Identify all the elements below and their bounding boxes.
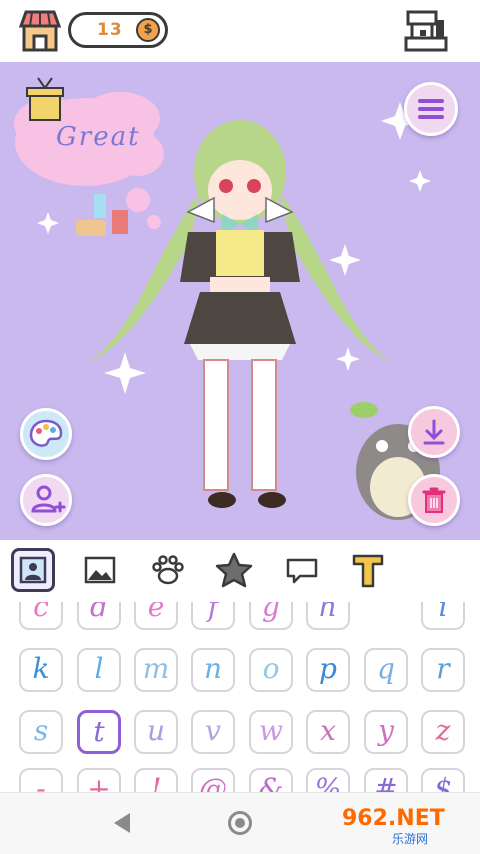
letter-key-h[interactable]: h bbox=[306, 602, 350, 630]
letter-key-v[interactable]: v bbox=[191, 710, 235, 754]
watermark-logo: 962.NET 乐游网 bbox=[336, 800, 476, 848]
letter-key-sym[interactable]: ! bbox=[134, 768, 178, 792]
tab-favorites[interactable] bbox=[212, 548, 256, 592]
letter-picker: c d e f g h i k l m n o p q r s t u v w x y z - +! @ &% # $ bbox=[0, 602, 480, 792]
menu-icon bbox=[418, 99, 444, 119]
download-icon bbox=[423, 419, 445, 445]
dressup-stage: Great bbox=[0, 62, 480, 540]
home-icon[interactable] bbox=[228, 811, 252, 835]
letter-key-e[interactable]: e bbox=[134, 602, 178, 630]
image-icon bbox=[84, 556, 116, 584]
letter-key-sym[interactable]: + bbox=[77, 768, 121, 792]
category-tab-bar bbox=[0, 540, 480, 602]
paw-icon bbox=[152, 555, 184, 585]
trash-icon bbox=[422, 487, 446, 513]
star-icon bbox=[215, 552, 253, 588]
letter-key-o[interactable]: o bbox=[249, 648, 293, 692]
speech-bubble-icon bbox=[286, 558, 318, 584]
gift-icon[interactable] bbox=[26, 77, 64, 121]
add-user-icon bbox=[31, 485, 66, 513]
letter-key-f[interactable]: f bbox=[191, 602, 235, 630]
letter-key-p[interactable]: p bbox=[306, 648, 350, 692]
letter-key-n[interactable]: n bbox=[191, 648, 235, 692]
letter-key-x[interactable]: x bbox=[306, 710, 350, 754]
download-button[interactable] bbox=[408, 406, 460, 458]
letter-key-sym[interactable]: @ bbox=[191, 768, 235, 792]
gacha-machine-icon[interactable] bbox=[404, 10, 448, 52]
menu-button[interactable] bbox=[404, 82, 458, 136]
coin-counter: 13 $ bbox=[68, 12, 168, 48]
letter-key-sym[interactable]: % bbox=[306, 768, 350, 792]
watermark-brand: 962.NET bbox=[342, 806, 445, 831]
letter-key-t[interactable]: t bbox=[77, 710, 121, 754]
coin-count: 13 bbox=[97, 20, 123, 40]
text-icon bbox=[352, 554, 384, 588]
back-icon[interactable] bbox=[114, 813, 130, 833]
shop-icon[interactable] bbox=[18, 8, 62, 54]
watermark-sub: 乐游网 bbox=[392, 832, 429, 846]
portrait-icon bbox=[19, 556, 47, 584]
letter-key-d[interactable]: d bbox=[77, 602, 121, 630]
letter-key-c[interactable]: c bbox=[19, 602, 63, 630]
letter-key-l[interactable]: l bbox=[77, 648, 121, 692]
palette-button[interactable] bbox=[20, 408, 72, 460]
tab-portrait[interactable] bbox=[11, 548, 55, 592]
top-bar: 13 $ bbox=[0, 0, 480, 62]
tab-pets[interactable] bbox=[146, 548, 190, 592]
letter-key-r[interactable]: r bbox=[421, 648, 465, 692]
letter-key-u[interactable]: u bbox=[134, 710, 178, 754]
add-user-button[interactable] bbox=[20, 474, 72, 526]
tab-speech[interactable] bbox=[280, 548, 324, 592]
speech-bubble-text: Great bbox=[56, 122, 141, 152]
coin-icon: $ bbox=[136, 18, 160, 42]
palette-icon bbox=[29, 419, 63, 447]
tab-text[interactable] bbox=[346, 548, 390, 592]
letter-key-s[interactable]: s bbox=[19, 710, 63, 754]
letter-key-sym[interactable]: $ bbox=[421, 768, 465, 792]
delete-button[interactable] bbox=[408, 474, 460, 526]
letter-key-z[interactable]: z bbox=[421, 710, 465, 754]
letter-key-q[interactable]: q bbox=[364, 648, 408, 692]
letter-key-g[interactable]: g bbox=[249, 602, 293, 630]
snack-items bbox=[76, 194, 128, 236]
letter-key-i[interactable]: i bbox=[421, 602, 465, 630]
letter-key-sym[interactable]: # bbox=[364, 768, 408, 792]
letter-key-w[interactable]: w bbox=[249, 710, 293, 754]
tab-background[interactable] bbox=[78, 548, 122, 592]
letter-key-sym[interactable]: - bbox=[19, 768, 63, 792]
letter-key-k[interactable]: k bbox=[19, 648, 63, 692]
letter-key-sym[interactable]: & bbox=[249, 768, 293, 792]
letter-key-m[interactable]: m bbox=[134, 648, 178, 692]
letter-key-y[interactable]: y bbox=[364, 710, 408, 754]
character-doll bbox=[90, 120, 390, 508]
